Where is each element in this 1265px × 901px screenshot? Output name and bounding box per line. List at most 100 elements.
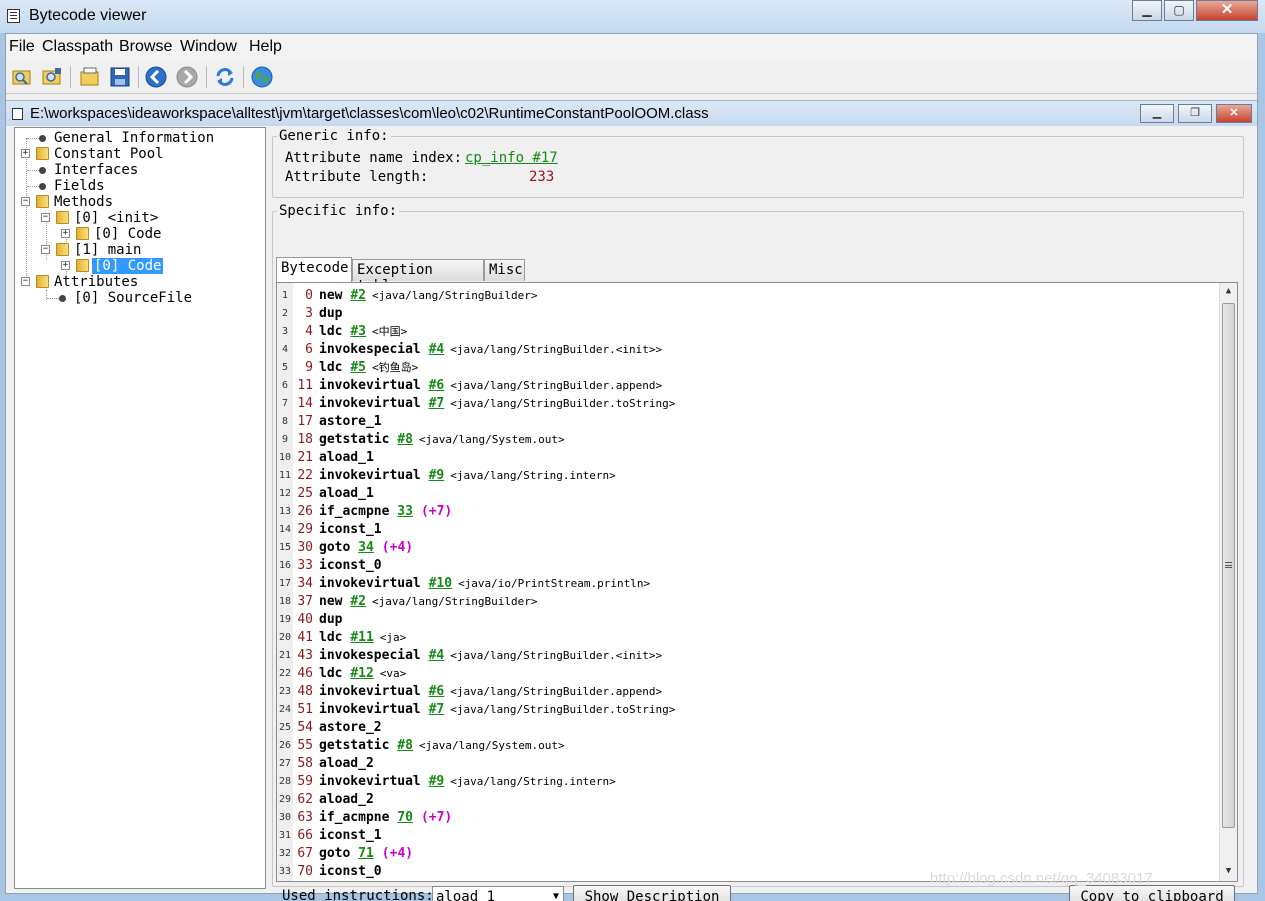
tab-misc[interactable]: Misc <box>484 259 525 281</box>
menu-file[interactable]: File <box>9 38 35 56</box>
operand-link[interactable]: 71 <box>358 846 374 861</box>
attribute-length-label: Attribute length: <box>285 169 429 185</box>
operand-link[interactable]: #4 <box>429 342 445 357</box>
expand-icon[interactable]: + <box>61 261 70 270</box>
line-number: 13 <box>278 506 292 517</box>
operand-link[interactable]: #8 <box>397 738 413 753</box>
open-class-icon[interactable] <box>10 65 34 89</box>
collapse-icon[interactable]: − <box>21 277 30 286</box>
collapse-icon[interactable]: − <box>41 245 50 254</box>
tree-node-constant-pool[interactable]: + Constant Pool <box>15 146 263 162</box>
web-icon[interactable] <box>250 65 274 89</box>
bytecode-offset: 48 <box>297 684 313 699</box>
operand-link[interactable]: #7 <box>429 702 445 717</box>
operand-link[interactable]: #2 <box>350 594 366 609</box>
operand-comment: <java/lang/System.out> <box>418 739 565 752</box>
tree-node-method-init[interactable]: − [0] <init> <box>15 210 263 226</box>
window-titlebar[interactable]: Bytecode viewer ▁ ▢ ✕ <box>0 0 1265 33</box>
operand-link[interactable]: #3 <box>350 324 366 339</box>
vertical-scrollbar[interactable]: ▲ ▼ <box>1219 283 1237 881</box>
tree-node-label: Fields <box>54 178 105 194</box>
scroll-down-icon[interactable]: ▼ <box>1220 863 1237 880</box>
line-number: 6 <box>281 380 289 391</box>
operand-link[interactable]: #2 <box>350 288 366 303</box>
attribute-name-index-link[interactable]: cp_info #17 <box>465 150 558 166</box>
app-icon <box>7 9 20 23</box>
operand-link[interactable]: #10 <box>429 576 452 591</box>
operand-link[interactable]: 34 <box>358 540 374 555</box>
inner-window-titlebar[interactable]: E:\workspaces\ideaworkspace\alltest\jvm\… <box>6 100 1257 126</box>
inner-restore-button[interactable]: ❐ <box>1178 104 1212 123</box>
operand-link[interactable]: #12 <box>350 666 373 681</box>
operand-link[interactable]: #6 <box>429 378 445 393</box>
folder-icon <box>36 147 49 160</box>
menu-browse[interactable]: Browse <box>119 38 172 56</box>
opcode: dup <box>319 306 343 321</box>
inner-close-button[interactable]: ✕ <box>1216 104 1252 123</box>
attribute-length-value: 233 <box>529 169 555 185</box>
operand-link[interactable]: #9 <box>429 774 445 789</box>
leaf-bullet-icon <box>39 167 46 174</box>
tree-node-sourcefile[interactable]: [0] SourceFile <box>15 290 263 306</box>
class-file-icon <box>12 108 23 120</box>
minimize-button[interactable]: ▁ <box>1132 0 1162 21</box>
line-number: 18 <box>278 596 292 607</box>
bytecode-offset: 4 <box>305 324 313 339</box>
maximize-button[interactable]: ▢ <box>1164 0 1194 21</box>
forward-icon[interactable] <box>175 65 199 89</box>
tab-exception-table[interactable]: Exception table <box>352 259 484 294</box>
show-description-button[interactable]: Show Description <box>573 885 731 901</box>
operand-link[interactable]: #5 <box>350 360 366 375</box>
operand-link[interactable]: #7 <box>429 396 445 411</box>
opcode: astore_1 <box>319 414 382 429</box>
tree-node-method-main[interactable]: − [1] main <box>15 242 263 258</box>
toolbar-separator <box>70 66 71 88</box>
tab-bytecode[interactable]: Bytecode <box>276 257 352 282</box>
tree-node-main-code[interactable]: + [0] Code <box>15 258 263 274</box>
tree-node-label: [1] main <box>74 242 142 258</box>
operand-link[interactable]: #4 <box>429 648 445 663</box>
tree-node-init-code[interactable]: + [0] Code <box>15 226 263 242</box>
save-icon[interactable] <box>108 65 132 89</box>
tree-node-fields[interactable]: Fields <box>15 178 263 194</box>
tree-node-methods[interactable]: − Methods <box>15 194 263 210</box>
watermark: http://blog.csdn.net/qq_34083017 <box>930 870 1153 887</box>
operand-link[interactable]: #11 <box>350 630 373 645</box>
used-instructions-select[interactable]: aload_1 ▼ <box>432 886 564 901</box>
scroll-up-icon[interactable]: ▲ <box>1220 283 1237 300</box>
menu-window[interactable]: Window <box>180 38 237 56</box>
browse-classpath-icon[interactable] <box>78 65 102 89</box>
bytecode-listing[interactable]: 1 0 new #2 <java/lang/StringBuilder> 2 3 dup 3 4… <box>276 282 1238 882</box>
tree-node-label: General Information <box>54 130 215 146</box>
scrollbar-thumb[interactable] <box>1222 303 1235 828</box>
back-icon[interactable] <box>144 65 168 89</box>
folder-icon <box>56 211 69 224</box>
inner-minimize-button[interactable]: ▁ <box>1140 104 1174 123</box>
line-number: 1 <box>281 290 289 301</box>
bytecode-offset: 11 <box>297 378 313 393</box>
expand-icon[interactable]: + <box>21 149 30 158</box>
menu-help[interactable]: Help <box>249 38 282 56</box>
tree-node-attributes[interactable]: − Attributes <box>15 274 263 290</box>
line-number: 14 <box>278 524 292 535</box>
operand-link[interactable]: #8 <box>397 432 413 447</box>
bytecode-offset: 70 <box>297 864 313 879</box>
opcode: aload_2 <box>319 792 374 807</box>
close-button[interactable]: ✕ <box>1196 0 1258 21</box>
collapse-icon[interactable]: − <box>21 197 30 206</box>
collapse-icon[interactable]: − <box>41 213 50 222</box>
operand-link[interactable]: #6 <box>429 684 445 699</box>
operand-link[interactable]: #9 <box>429 468 445 483</box>
tree-node-interfaces[interactable]: Interfaces <box>15 162 263 178</box>
operand-link[interactable]: 33 <box>397 504 413 519</box>
opcode: aload_1 <box>319 486 374 501</box>
open-jar-icon[interactable] <box>40 65 64 89</box>
copy-to-clipboard-button[interactable]: Copy to clipboard <box>1069 885 1235 901</box>
grip-icon <box>1225 562 1232 568</box>
menu-classpath[interactable]: Classpath <box>42 38 113 56</box>
operand-link[interactable]: 70 <box>397 810 413 825</box>
expand-icon[interactable]: + <box>61 229 70 238</box>
reload-icon[interactable] <box>213 65 237 89</box>
tree-node-general-information[interactable]: General Information <box>15 130 263 146</box>
operand-comment: <java/lang/StringBuilder.toString> <box>450 397 676 410</box>
